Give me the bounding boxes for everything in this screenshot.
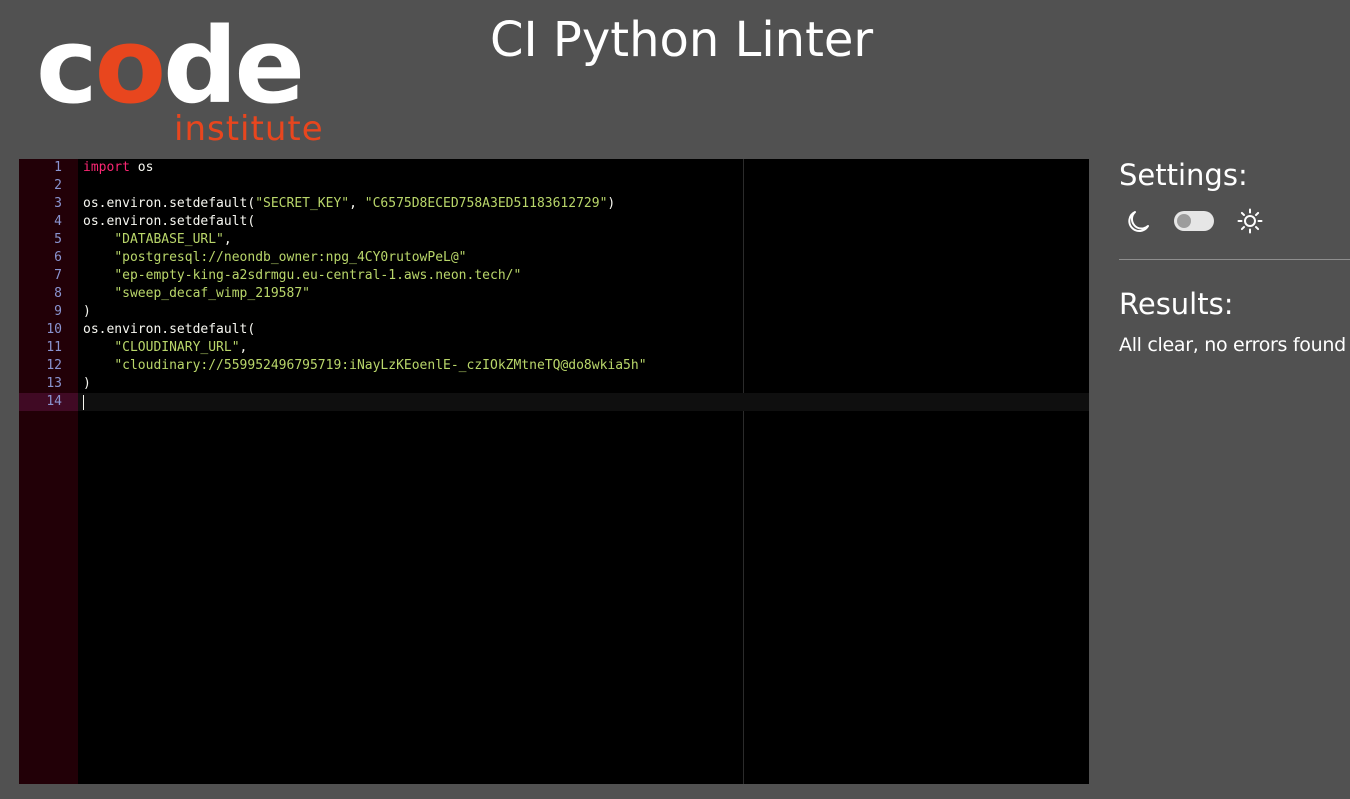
- code-token: ): [607, 196, 616, 211]
- code-token: ,: [239, 340, 248, 355]
- string-token: "DATABASE_URL": [114, 232, 224, 247]
- code-token: ): [83, 304, 91, 319]
- code-editor[interactable]: 1 import os 2 3 os.environ.setdefault("SECRE…: [19, 159, 1089, 784]
- line-number: 7: [54, 268, 62, 283]
- line-number: 6: [54, 250, 62, 265]
- line-number: 14: [19, 393, 78, 411]
- code-text[interactable]: "sweep_decaf_wimp_219587": [83, 285, 310, 303]
- code-line[interactable]: 9): [19, 303, 1089, 321]
- code-token: os.environ.setdefault(: [83, 196, 256, 211]
- string-token: "cloudinary://559952496795719:iNayLzKEoe…: [114, 358, 647, 373]
- line-number: 11: [46, 340, 62, 355]
- code-line[interactable]: 13): [19, 375, 1089, 393]
- string-token: "C6575D8ECED758A3ED51183612729": [364, 196, 608, 211]
- line-number: 2: [54, 178, 62, 193]
- logo-word: code: [36, 14, 305, 118]
- code-text[interactable]: os.environ.setdefault(: [83, 321, 255, 339]
- code-line[interactable]: 6 "postgresql://neondb_owner:npg_4CY0rut…: [19, 249, 1089, 267]
- code-token: os.environ.setdefault(: [83, 322, 256, 337]
- string-token: "CLOUDINARY_URL": [114, 340, 240, 355]
- code-text[interactable]: "cloudinary://559952496795719:iNayLzKEoe…: [83, 357, 647, 375]
- line-number: 5: [54, 232, 62, 247]
- code-institute-logo: code institute: [36, 14, 326, 146]
- panel-divider: [1119, 259, 1350, 260]
- code-line[interactable]: 2: [19, 177, 1089, 195]
- code-line[interactable]: 12 "cloudinary://559952496795719:iNayLzK…: [19, 357, 1089, 375]
- code-text[interactable]: "CLOUDINARY_URL",: [83, 339, 247, 357]
- line-number: 9: [54, 304, 62, 319]
- theme-settings-row: [1119, 199, 1350, 251]
- string-token: "postgresql://neondb_owner:npg_4CY0rutow…: [114, 250, 467, 265]
- code-text[interactable]: ): [83, 303, 91, 321]
- code-line[interactable]: 4 os.environ.setdefault(: [19, 213, 1089, 231]
- code-text[interactable]: os.environ.setdefault("SECRET_KEY", "C65…: [83, 195, 615, 213]
- logo-word-accent: o: [94, 5, 166, 127]
- editor-lines[interactable]: 1 import os 2 3 os.environ.setdefault("SECRE…: [19, 159, 1089, 411]
- text-cursor: [83, 395, 84, 410]
- code-line[interactable]: 5 "DATABASE_URL",: [19, 231, 1089, 249]
- code-text[interactable]: "ep-empty-king-a2sdrmgu.eu-central-1.aws…: [83, 267, 521, 285]
- theme-toggle[interactable]: [1174, 211, 1214, 231]
- moon-icon: [1128, 211, 1149, 232]
- string-token: "SECRET_KEY": [255, 196, 350, 211]
- line-number: 8: [54, 286, 62, 301]
- keyword-token: import: [83, 160, 130, 175]
- code-text[interactable]: "DATABASE_URL",: [83, 231, 232, 249]
- code-token: ,: [223, 232, 232, 247]
- code-line[interactable]: 7 "ep-empty-king-a2sdrmgu.eu-central-1.a…: [19, 267, 1089, 285]
- code-token: os: [129, 160, 154, 175]
- app-root: code institute CI Python Linter 1 import …: [0, 0, 1350, 799]
- code-line[interactable]: 3 os.environ.setdefault("SECRET_KEY", "C6…: [19, 195, 1089, 213]
- theme-toggle-knob: [1177, 214, 1191, 228]
- code-line[interactable]: 1 import os: [19, 159, 1089, 177]
- code-text[interactable]: import os: [83, 159, 153, 177]
- code-line[interactable]: 8 "sweep_decaf_wimp_219587": [19, 285, 1089, 303]
- line-number: 12: [46, 358, 62, 373]
- settings-heading: Settings:: [1119, 158, 1248, 192]
- line-number: 13: [46, 376, 62, 391]
- page-title: CI Python Linter: [490, 12, 874, 68]
- code-line[interactable]: 11 "CLOUDINARY_URL",: [19, 339, 1089, 357]
- code-line[interactable]: 14: [19, 393, 1089, 411]
- code-token: ,: [349, 196, 365, 211]
- line-number: 4: [54, 214, 62, 229]
- code-text[interactable]: "postgresql://neondb_owner:npg_4CY0rutow…: [83, 249, 467, 267]
- code-line[interactable]: 10 os.environ.setdefault(: [19, 321, 1089, 339]
- sun-icon: [1237, 208, 1263, 234]
- results-message: All clear, no errors found: [1119, 334, 1346, 356]
- line-number: 10: [46, 322, 62, 337]
- side-panel: Settings: Results: All clear, no errors …: [1119, 155, 1350, 358]
- string-token: "sweep_decaf_wimp_219587": [114, 286, 310, 301]
- code-text[interactable]: os.environ.setdefault(: [83, 213, 255, 231]
- code-text[interactable]: ): [83, 375, 91, 393]
- results-heading: Results:: [1119, 287, 1234, 321]
- logo-subtitle: institute: [174, 109, 324, 149]
- string-token: "ep-empty-king-a2sdrmgu.eu-central-1.aws…: [114, 268, 522, 283]
- line-number: 1: [54, 160, 62, 175]
- line-number: 3: [54, 196, 62, 211]
- code-token: ): [83, 376, 91, 391]
- logo-word-prefix: c: [36, 5, 98, 127]
- code-token: os.environ.setdefault(: [83, 214, 256, 229]
